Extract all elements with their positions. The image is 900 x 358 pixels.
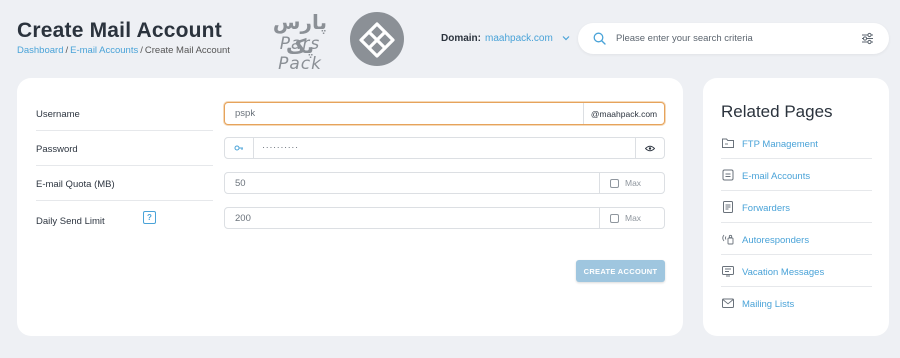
related-item-label: Autoresponders — [742, 235, 810, 246]
password-value: ·········· — [262, 142, 299, 153]
send-limit-max-label: Max — [625, 213, 642, 223]
related-item-label: FTP Management — [742, 139, 818, 150]
password-label: Password — [36, 144, 78, 155]
checkbox-icon — [610, 213, 619, 223]
broadcast-icon — [722, 234, 734, 245]
search-icon — [593, 32, 606, 45]
related-item-autoresponders[interactable]: Autoresponders — [721, 223, 872, 255]
checkbox-icon — [610, 178, 619, 188]
related-item-label: Vacation Messages — [742, 267, 825, 278]
domain-select[interactable]: maahpack.com — [485, 33, 570, 44]
related-item-forwarders[interactable]: Forwarders — [721, 191, 872, 223]
parspack-logo-icon — [350, 12, 404, 66]
username-domain-suffix: @maahpack.com — [583, 103, 664, 124]
quota-value: 50 — [235, 178, 246, 189]
send-limit-value: 200 — [235, 213, 251, 224]
parspack-logo-text: پارس پک Pars Pack — [258, 10, 342, 74]
key-icon — [234, 145, 243, 151]
username-field[interactable]: pspk @maahpack.com — [224, 102, 665, 125]
row-divider — [36, 130, 213, 131]
search-input[interactable]: Please enter your search criteria — [616, 33, 753, 44]
send-limit-label: Daily Send Limit — [36, 216, 105, 227]
related-item-label: Mailing Lists — [742, 299, 795, 310]
related-item-label: E-mail Accounts — [742, 171, 811, 182]
username-value: pspk — [235, 108, 256, 119]
quota-label: E-mail Quota (MB) — [36, 179, 115, 190]
row-divider — [36, 165, 213, 166]
related-item-mailing-lists[interactable]: Mailing Lists — [721, 287, 872, 319]
breadcrumb-dashboard[interactable]: Dashboard — [17, 45, 63, 56]
filter-sliders-icon[interactable] — [861, 32, 874, 45]
password-field[interactable]: ·········· — [224, 137, 665, 159]
folder-icon — [722, 138, 734, 148]
help-icon[interactable]: ? — [143, 211, 156, 224]
quota-max-checkbox[interactable]: Max — [599, 173, 664, 193]
vacation-message-icon — [722, 266, 734, 277]
create-account-form-card: Username pspk @maahpack.com Password ···… — [17, 78, 683, 336]
forward-doc-icon — [723, 201, 733, 213]
related-pages-card: Related Pages FTP Management E-mail Acco… — [703, 78, 889, 336]
breadcrumb-email-accounts[interactable]: E-mail Accounts — [70, 45, 138, 56]
quota-max-label: Max — [625, 178, 642, 188]
breadcrumb: Dashboard / E-mail Accounts / Create Mail Ac… — [17, 45, 230, 56]
generate-password-button[interactable] — [225, 138, 254, 158]
send-limit-field[interactable]: 200 Max — [224, 207, 665, 229]
related-item-email-accounts[interactable]: E-mail Accounts — [721, 159, 872, 191]
row-divider — [36, 200, 213, 201]
related-item-label: Forwarders — [742, 203, 791, 214]
create-account-button[interactable]: CREATE ACCOUNT — [576, 260, 665, 282]
domain-value: maahpack.com — [485, 33, 553, 44]
mail-list-icon — [722, 169, 734, 181]
username-label: Username — [36, 109, 80, 120]
search-bar[interactable]: Please enter your search criteria — [578, 23, 889, 54]
quota-field[interactable]: 50 Max — [224, 172, 665, 194]
breadcrumb-current: Create Mail Account — [144, 45, 230, 56]
domain-label: Domain: — [441, 33, 481, 44]
related-item-ftp-management[interactable]: FTP Management — [721, 127, 872, 159]
related-item-vacation-messages[interactable]: Vacation Messages — [721, 255, 872, 287]
show-password-button[interactable] — [635, 138, 664, 158]
chevron-down-icon — [562, 36, 570, 41]
send-limit-max-checkbox[interactable]: Max — [599, 208, 664, 228]
eye-icon — [645, 145, 655, 151]
page-title: Create Mail Account — [17, 19, 222, 42]
envelope-icon — [722, 298, 734, 308]
related-pages-title: Related Pages — [721, 102, 833, 121]
logo-text-en: Pars Pack — [278, 34, 322, 74]
